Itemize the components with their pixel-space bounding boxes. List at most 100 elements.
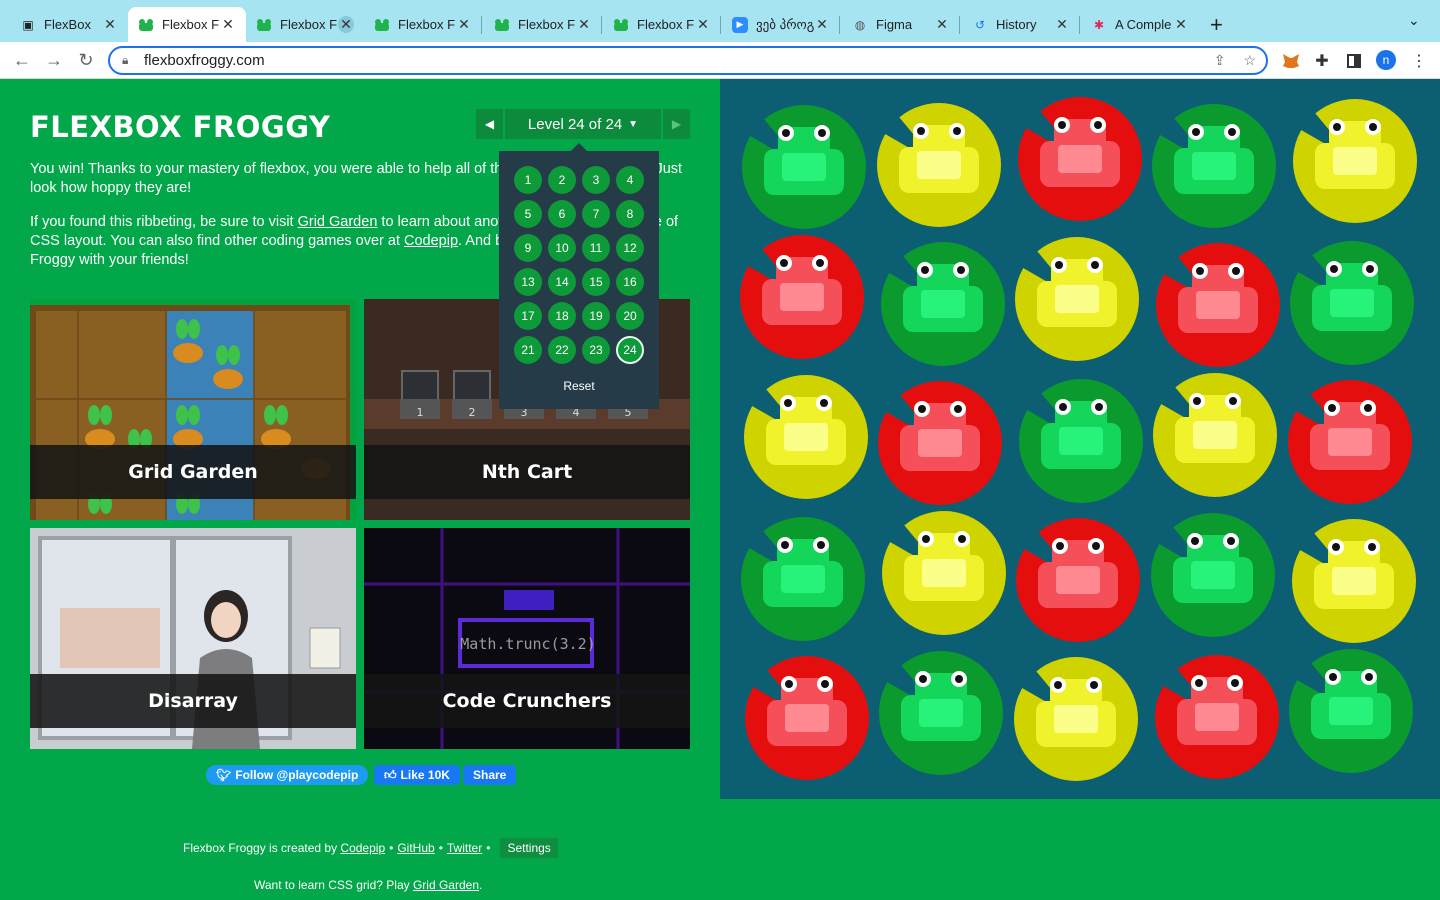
browser-toolbar: ← → ↻ 🔒︎ flexboxfroggy.com ⇪ ☆ ✚ n ⋮: [0, 42, 1440, 79]
frog-yellow-r3-c4: [1149, 373, 1277, 497]
level-button-21[interactable]: 21: [514, 336, 542, 364]
frog-icon: [256, 17, 272, 33]
level-button-19[interactable]: 19: [582, 302, 610, 330]
close-icon[interactable]: ✕: [576, 16, 592, 33]
level-selector[interactable]: Level 24 of 24 ▼: [505, 109, 661, 139]
frog-yellow-r3-c1: [740, 375, 868, 499]
back-icon[interactable]: ←: [10, 48, 34, 72]
level-button-9[interactable]: 9: [514, 234, 542, 262]
tab-flexbox-froggy[interactable]: Flexbox F ✕: [246, 7, 364, 42]
close-icon[interactable]: ✕: [814, 16, 830, 33]
tab-history[interactable]: ↺ History ✕: [962, 7, 1080, 42]
level-button-14[interactable]: 14: [548, 268, 576, 296]
level-button-10[interactable]: 10: [548, 234, 576, 262]
grid-garden-footer-link[interactable]: Grid Garden: [413, 878, 479, 892]
tab-title: ვებ პროგ: [756, 16, 814, 32]
close-icon[interactable]: ✕: [220, 16, 236, 33]
level-button-6[interactable]: 6: [548, 200, 576, 228]
disarray-card[interactable]: Disarray: [30, 528, 356, 749]
close-icon[interactable]: ✕: [1173, 16, 1189, 33]
code-crunchers-label: Code Crunchers: [364, 674, 690, 728]
close-icon[interactable]: ✕: [456, 16, 472, 33]
chevron-down-icon[interactable]: ⌄: [1408, 12, 1420, 29]
tab-flexbox[interactable]: ▣ FlexBox ✕: [10, 7, 128, 42]
profile-avatar[interactable]: n: [1376, 50, 1396, 70]
level-button-16[interactable]: 16: [616, 268, 644, 296]
facebook-share-button[interactable]: Share: [463, 765, 517, 785]
previous-level-icon[interactable]: ◀: [476, 109, 503, 139]
level-button-4[interactable]: 4: [616, 166, 644, 194]
more-menu-icon[interactable]: ⋮: [1408, 50, 1430, 72]
new-tab-icon[interactable]: +: [1210, 12, 1223, 38]
close-icon[interactable]: ✕: [102, 16, 118, 33]
tab-flexbox-froggy-active[interactable]: Flexbox F ✕: [128, 7, 246, 42]
facebook-like-button[interactable]: 👍︎ Like 10K: [374, 765, 460, 785]
frog-red-r5-c4: [1151, 655, 1279, 779]
history-icon: ↺: [974, 17, 986, 32]
level-button-13[interactable]: 13: [514, 268, 542, 296]
tab-flexbox-froggy[interactable]: Flexbox F ✕: [484, 7, 602, 42]
frog-red-r1-c3: [1014, 97, 1142, 221]
level-button-24[interactable]: 24: [616, 336, 644, 364]
frog-red-r2-c1: [736, 235, 864, 359]
share-icon[interactable]: ⇪: [1214, 52, 1226, 69]
tab-zoom[interactable]: ▶ ვებ პროგ ✕: [722, 7, 840, 42]
frog-red-r5-c1: [741, 656, 869, 780]
frog-icon: [613, 17, 629, 33]
metamask-icon[interactable]: [1280, 50, 1302, 72]
frog-icon: [374, 17, 390, 33]
zoom-icon: ▶: [732, 16, 748, 33]
close-icon[interactable]: ✕: [338, 16, 354, 33]
level-button-17[interactable]: 17: [514, 302, 542, 330]
level-button-12[interactable]: 12: [616, 234, 644, 262]
level-button-11[interactable]: 11: [582, 234, 610, 262]
star-icon: ✱: [1093, 17, 1105, 32]
level-button-8[interactable]: 8: [616, 200, 644, 228]
codepip-footer-link[interactable]: Codepip: [340, 841, 385, 855]
frog-green-r2-c2: [877, 242, 1005, 366]
code-crunchers-card[interactable]: Math.trunc(3.2) Code Crunchers: [364, 528, 690, 749]
close-icon[interactable]: ✕: [934, 16, 950, 33]
level-navigation: ◀ Level 24 of 24 ▼ ▶: [476, 109, 690, 139]
level-button-22[interactable]: 22: [548, 336, 576, 364]
side-panel-icon[interactable]: [1343, 50, 1365, 72]
frog-green-r4-c4: [1147, 513, 1275, 637]
forward-icon[interactable]: →: [42, 48, 66, 72]
frog-yellow-r4-c2: [878, 511, 1006, 635]
level-button-20[interactable]: 20: [616, 302, 644, 330]
github-link[interactable]: GitHub: [397, 841, 434, 855]
frog-yellow-r4-c5: [1288, 519, 1416, 643]
level-button-18[interactable]: 18: [548, 302, 576, 330]
footer-text: Flexbox Froggy is created by: [183, 841, 338, 855]
close-icon[interactable]: ✕: [695, 16, 711, 33]
address-bar[interactable]: 🔒︎ flexboxfroggy.com ⇪ ☆: [108, 46, 1268, 75]
twitter-link[interactable]: Twitter: [447, 841, 482, 855]
tab-complete-guide[interactable]: ✱ A Comple ✕: [1081, 7, 1199, 42]
level-button-7[interactable]: 7: [582, 200, 610, 228]
level-button-23[interactable]: 23: [582, 336, 610, 364]
extensions-puzzle-icon[interactable]: ✚: [1311, 50, 1333, 72]
level-button-2[interactable]: 2: [548, 166, 576, 194]
tab-title: Figma: [876, 17, 913, 32]
frog-green-r1-c4: [1148, 104, 1276, 228]
level-button-15[interactable]: 15: [582, 268, 610, 296]
grid-garden-card[interactable]: Grid Garden: [30, 299, 356, 520]
grid-garden-link[interactable]: Grid Garden: [298, 214, 378, 230]
bookmark-star-icon[interactable]: ☆: [1243, 52, 1256, 69]
level-button-5[interactable]: 5: [514, 200, 542, 228]
tab-flexbox-froggy[interactable]: Flexbox F ✕: [603, 7, 721, 42]
codepip-link[interactable]: Codepip: [404, 233, 458, 249]
close-icon[interactable]: ✕: [1054, 16, 1070, 33]
level-button-1[interactable]: 1: [514, 166, 542, 194]
reload-icon[interactable]: ↻: [74, 48, 98, 72]
twitter-follow-button[interactable]: 🐦︎ Follow @playcodepip: [206, 765, 369, 785]
settings-button[interactable]: Settings: [500, 838, 558, 858]
tab-figma[interactable]: ◍ Figma ✕: [842, 7, 960, 42]
frogs-on-lilypads: [736, 97, 1417, 781]
grid-garden-label: Grid Garden: [30, 445, 356, 499]
next-level-icon[interactable]: ▶: [663, 109, 690, 139]
frog-green-r1-c1: [738, 105, 866, 229]
reset-button[interactable]: Reset: [499, 379, 659, 393]
tab-flexbox-froggy[interactable]: Flexbox F ✕: [364, 7, 482, 42]
level-button-3[interactable]: 3: [582, 166, 610, 194]
